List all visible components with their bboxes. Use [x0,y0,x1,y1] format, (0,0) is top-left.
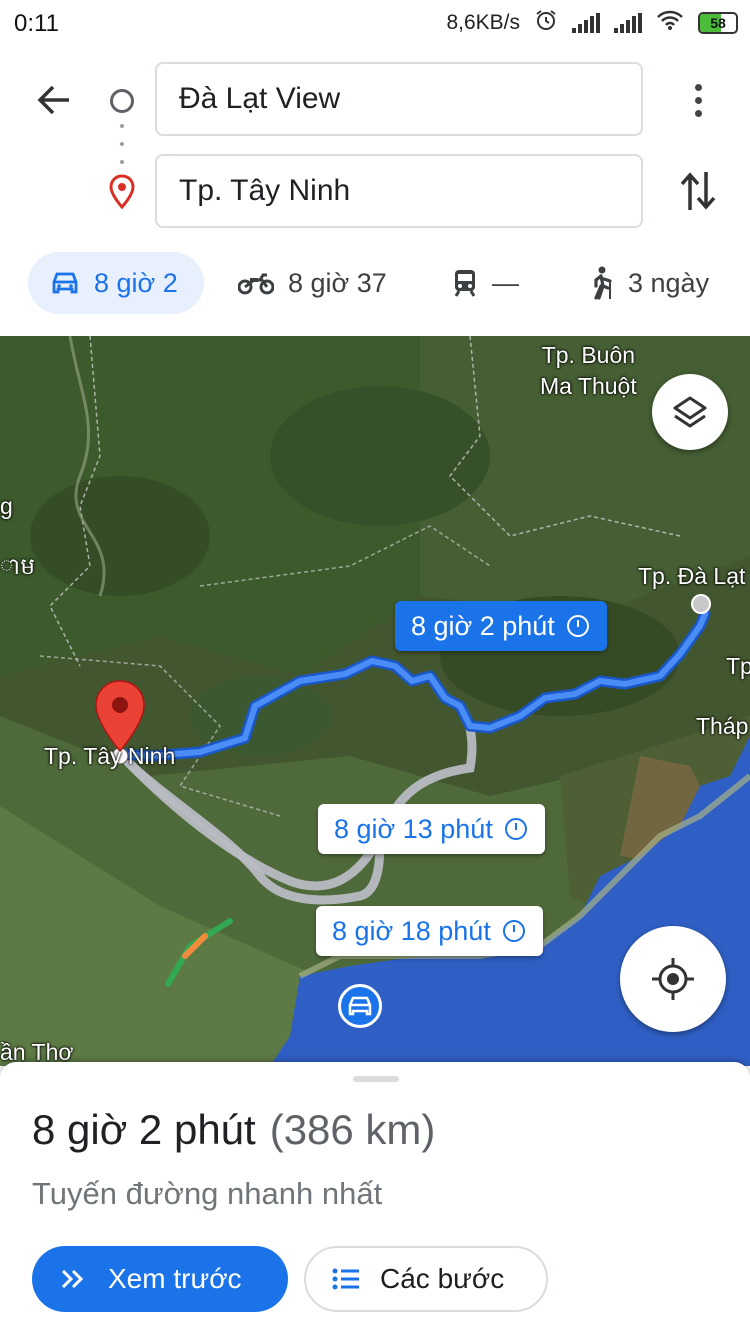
map-label-tay-ninh: Tp. Tây Ninh [44,743,176,769]
map-label-tp: Tp [726,653,750,679]
route-distance: (386 km) [269,1106,436,1153]
route-summary-sheet[interactable]: 8 giờ 2 phút (386 km) Tuyến đường nhanh n… [0,1062,750,1333]
mode-driving-label: 8 giờ 2 [94,267,178,298]
map-label-da-lat: Tp. Đà Lạt [638,563,746,589]
back-button[interactable] [30,76,78,124]
layers-icon [673,396,707,428]
route-label-alt-2[interactable]: 8 giờ 18 phút [316,906,543,956]
steps-button[interactable]: Các bước [304,1246,548,1312]
mode-walking-label: 3 ngày [628,267,710,298]
map-label-buon-ma-thuot: Tp. Buôn Ma Thuột [540,342,637,400]
mode-walking[interactable]: 3 ngày [588,252,709,314]
route-label-alt-1[interactable]: 8 giờ 13 phút [318,804,545,854]
arrow-back-icon [37,85,69,115]
drag-handle[interactable] [353,1076,399,1082]
mode-driving[interactable]: 8 giờ 2 [28,252,204,314]
my-location-icon [652,958,694,1000]
route-duration: 8 giờ 2 phút [32,1106,256,1153]
clock-icon [503,816,529,842]
clock-icon [565,613,591,639]
map-view[interactable]: Tp. Buôn Ma Thuột Tp. Đà Lạt Tp. Tây Nin… [0,336,750,1066]
mode-transit-label: — [492,267,519,298]
destination-pin-icon [109,174,135,210]
network-speed: 8,6KB/s [446,10,520,34]
alarm-icon [534,8,558,37]
origin-marker [691,594,711,614]
status-icons: 8,6KB/s 58 [446,8,738,37]
route-summary: 8 giờ 2 phút (386 km) [32,1106,435,1154]
status-bar: 0:11 8,6KB/s 58 [0,0,750,48]
double-chevron-right-icon [61,1269,84,1289]
map-label-thap: Tháp [696,713,749,739]
car-icon [50,270,80,296]
car-icon [348,996,372,1016]
route-subtitle: Tuyến đường nhanh nhất [32,1176,383,1211]
preview-button[interactable]: Xem trước [32,1246,288,1312]
destination-field[interactable]: Tp. Tây Ninh [155,154,643,228]
more-options-button[interactable] [676,76,720,124]
battery-level: 58 [710,14,726,31]
preview-button-label: Xem trước [108,1263,242,1294]
clock-icon [501,918,527,944]
walking-icon [588,266,614,300]
steps-button-label: Các bước [380,1263,505,1294]
route-label-alt-1-text: 8 giờ 13 phút [334,813,493,844]
route-label-alt-2-text: 8 giờ 18 phút [332,915,491,946]
motorcycle-icon [238,271,274,295]
route-label-fastest-text: 8 giờ 2 phút [411,610,555,641]
origin-circle-icon [110,89,134,113]
mode-transit[interactable]: — [452,252,519,314]
train-icon [452,268,478,298]
layers-button[interactable] [652,374,728,450]
swap-vertical-icon [680,172,716,210]
swap-button[interactable] [676,166,720,216]
mode-motorcycle-label: 8 giờ 37 [288,267,387,298]
map-label-g: g [0,493,13,519]
route-dots [120,124,124,164]
map-label-khmer: ាម [0,553,35,579]
my-location-button[interactable] [620,926,726,1032]
signal-icon [572,12,600,33]
status-time: 0:11 [14,10,59,37]
mode-motorcycle[interactable]: 8 giờ 37 [238,252,387,314]
car-location-marker [338,984,382,1028]
battery-icon: 58 [698,11,738,34]
signal-icon [614,12,642,33]
travel-mode-bar: 8 giờ 2 8 giờ 37 — 3 ngày [0,252,750,316]
origin-field[interactable]: Đà Lạt View [155,62,643,136]
wifi-icon [656,9,684,36]
route-label-fastest[interactable]: 8 giờ 2 phút [395,601,607,651]
list-icon [332,1268,359,1290]
